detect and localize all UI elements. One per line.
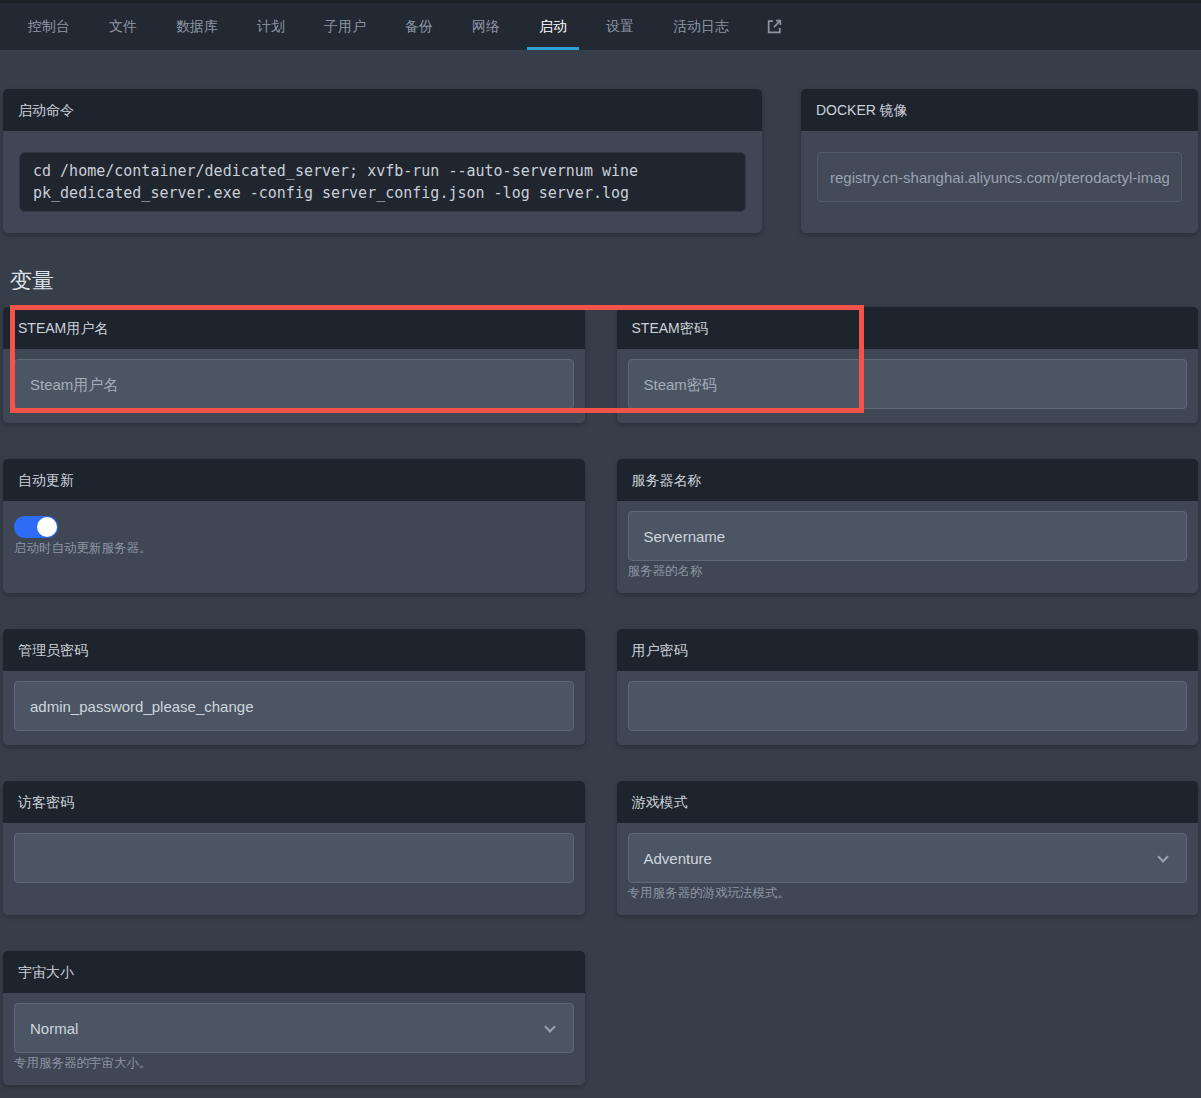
startup-command-title: 启动命令 [3, 89, 762, 131]
external-link-icon[interactable] [756, 3, 793, 50]
startup-command-card: 启动命令 cd /home/container/dedicated_server… [3, 89, 762, 233]
selected-option: Normal [30, 1020, 78, 1037]
tab-7[interactable]: 网络 [460, 3, 512, 50]
variables-heading: 变量 [3, 266, 1198, 296]
variable-card: 访客密码 [3, 781, 585, 915]
variable-body: Normal 专用服务器的宇宙大小。 [3, 993, 585, 1085]
variable-card: 自动更新启动时自动更新服务器。 [3, 459, 585, 593]
variable-card: 游戏模式 Adventure 专用服务器的游戏玩法模式。 [617, 781, 1199, 915]
variable-input[interactable] [14, 359, 574, 409]
docker-image-input [817, 152, 1182, 202]
tab-10[interactable]: 活动日志 [661, 3, 741, 50]
variable-description: 专用服务器的宇宙大小。 [14, 1056, 574, 1071]
variable-card: STEAM用户名 [3, 307, 585, 423]
tab-2[interactable]: 文件 [97, 3, 149, 50]
nav-tabs: 控制台文件数据库计划子用户备份网络启动设置活动日志 [16, 3, 756, 50]
variable-name: 游戏模式 [617, 781, 1199, 823]
variable-input[interactable] [628, 511, 1188, 561]
tab-9[interactable]: 设置 [594, 3, 646, 50]
variable-name: STEAM用户名 [3, 307, 585, 349]
tab-4[interactable]: 计划 [245, 3, 297, 50]
variable-input[interactable] [14, 681, 574, 731]
chevron-down-icon [1157, 851, 1168, 862]
tab-8[interactable]: 启动 [527, 3, 579, 50]
variable-name: 服务器名称 [617, 459, 1199, 501]
variable-name: 宇宙大小 [3, 951, 585, 993]
variable-input[interactable] [628, 681, 1188, 731]
variable-body [617, 671, 1199, 745]
variable-input[interactable] [14, 833, 574, 883]
variable-card: 服务器名称服务器的名称 [617, 459, 1199, 593]
variable-card: STEAM密码 [617, 307, 1199, 423]
variable-body [617, 349, 1199, 423]
variable-body [3, 349, 585, 423]
chevron-down-icon [544, 1021, 555, 1032]
variable-name: 管理员密码 [3, 629, 585, 671]
variable-card: 宇宙大小 Normal 专用服务器的宇宙大小。 [3, 951, 585, 1085]
docker-image-title: DOCKER 镜像 [801, 89, 1198, 131]
variable-name: 自动更新 [3, 459, 585, 501]
selected-option: Adventure [644, 850, 712, 867]
variable-name: STEAM密码 [617, 307, 1199, 349]
variable-name: 用户密码 [617, 629, 1199, 671]
toggle-switch[interactable] [14, 516, 58, 538]
docker-image-card: DOCKER 镜像 [801, 89, 1198, 233]
variable-body: Adventure 专用服务器的游戏玩法模式。 [617, 823, 1199, 915]
variable-input[interactable] [628, 359, 1188, 409]
variable-name: 访客密码 [3, 781, 585, 823]
variable-card: 管理员密码 [3, 629, 585, 745]
variable-body [3, 823, 585, 915]
tab-3[interactable]: 数据库 [164, 3, 230, 50]
startup-page: 启动命令 cd /home/container/dedicated_server… [0, 89, 1201, 1085]
variable-body: 服务器的名称 [617, 501, 1199, 593]
variable-select[interactable]: Adventure [628, 833, 1188, 883]
variable-body: 启动时自动更新服务器。 [3, 501, 585, 593]
startup-command-code[interactable]: cd /home/container/dedicated_server; xvf… [19, 152, 746, 212]
nav-bar: 控制台文件数据库计划子用户备份网络启动设置活动日志 [0, 0, 1201, 50]
tab-5[interactable]: 子用户 [312, 3, 378, 50]
variable-body [3, 671, 585, 745]
variable-description: 服务器的名称 [628, 564, 1188, 579]
variables-grid: STEAM用户名STEAM密码自动更新启动时自动更新服务器。服务器名称服务器的名… [3, 307, 1198, 1085]
tab-6[interactable]: 备份 [393, 3, 445, 50]
variable-card: 用户密码 [617, 629, 1199, 745]
variable-description: 启动时自动更新服务器。 [14, 541, 574, 556]
toggle-knob [37, 517, 57, 537]
variable-select[interactable]: Normal [14, 1003, 574, 1053]
tab-1[interactable]: 控制台 [16, 3, 82, 50]
variable-description: 专用服务器的游戏玩法模式。 [628, 886, 1188, 901]
